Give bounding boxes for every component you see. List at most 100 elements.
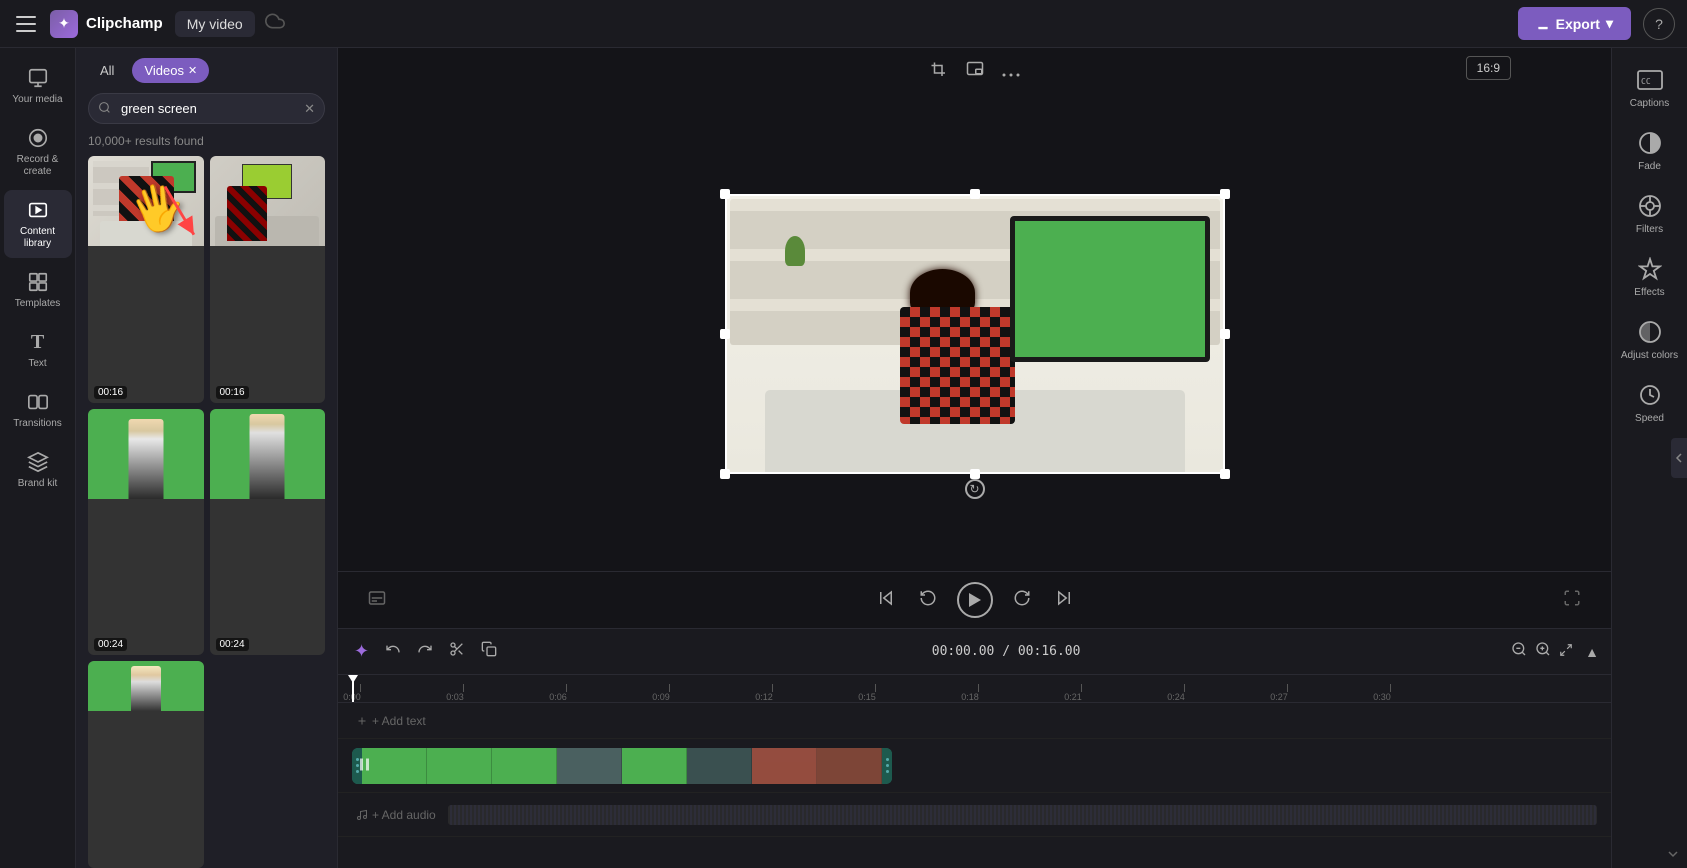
sidebar-item-content-library[interactable]: Content library [4, 190, 72, 258]
skip-to-start-button[interactable] [873, 585, 899, 616]
sidebar-item-your-media-label: Your media [12, 94, 62, 106]
effects-icon [1636, 255, 1664, 283]
video-track [338, 739, 1611, 793]
forward-5s-button[interactable] [1009, 585, 1035, 616]
resize-handle-tr[interactable] [1220, 189, 1230, 199]
right-panel-more[interactable] [1663, 844, 1683, 864]
more-options-button[interactable] [997, 59, 1025, 87]
effects-tool[interactable]: Effects [1616, 247, 1684, 306]
sidebar-item-content-library-label: Content library [10, 226, 66, 250]
video-frame[interactable]: ↻ [725, 194, 1225, 474]
sidebar-item-brand-kit[interactable]: Brand kit [4, 442, 72, 498]
ruler-marker: 0:24 [1176, 684, 1194, 702]
video-content [725, 194, 1225, 474]
media-thumbnail-1[interactable]: 🖐 00:16 [88, 156, 204, 403]
search-input[interactable] [88, 93, 325, 124]
video-clip[interactable] [352, 748, 892, 784]
clip-frame-1 [362, 748, 427, 784]
speed-icon [1636, 381, 1664, 409]
crop-tool-button[interactable] [925, 56, 953, 89]
filters-tool[interactable]: Filters [1616, 184, 1684, 243]
logo-text: Clipchamp [86, 15, 163, 32]
menu-button[interactable] [12, 8, 44, 40]
sidebar-item-your-media[interactable]: Your media [4, 58, 72, 114]
sidebar-item-templates[interactable]: Templates [4, 262, 72, 318]
thumbnail-1-duration: 00:16 [94, 386, 127, 399]
resize-handle-tl[interactable] [720, 189, 730, 199]
adjust-colors-tool[interactable]: Adjust colors [1616, 310, 1684, 369]
resize-handle-br[interactable] [1220, 469, 1230, 479]
clip-frames [362, 748, 882, 784]
add-audio-button[interactable]: + Add audio [352, 804, 440, 826]
aspect-ratio-button[interactable]: 16:9 [1466, 56, 1511, 80]
resize-handle-mr[interactable] [1220, 329, 1230, 339]
sidebar-item-text-label: Text [28, 358, 46, 370]
text-track: + Add text [338, 703, 1611, 739]
redo-button[interactable] [413, 637, 437, 666]
adjust-colors-label: Adjust colors [1621, 350, 1678, 361]
resize-handle-tm[interactable] [970, 189, 980, 199]
subtitle-toggle-button[interactable] [364, 585, 390, 616]
copy-clip-button[interactable] [477, 637, 501, 666]
timeline-expand-button[interactable] [1559, 643, 1573, 660]
tab-videos[interactable]: Videos ✕ [132, 58, 209, 83]
audio-waveform [448, 805, 1597, 825]
timeline-collapse-button[interactable]: ▲ [1585, 644, 1599, 660]
ruler-marker: 0:00 [352, 684, 370, 702]
timeline-playhead[interactable] [352, 675, 354, 702]
timeline-tracks: + Add text [338, 703, 1611, 868]
undo-button[interactable] [381, 637, 405, 666]
play-button[interactable] [957, 582, 993, 618]
video-playback-controls [338, 571, 1611, 628]
zoom-out-button[interactable] [1511, 641, 1527, 662]
sidebar-item-transitions[interactable]: Transitions [4, 382, 72, 438]
clip-frame-7 [752, 748, 817, 784]
media-thumbnail-2[interactable]: 00:16 [210, 156, 326, 403]
ruler-marker: 0:03 [455, 684, 473, 702]
video-area: 16:9 [338, 48, 1611, 628]
sidebar-item-text[interactable]: T Text [4, 322, 72, 378]
help-button[interactable]: ? [1643, 8, 1675, 40]
ruler-marker: 0:30 [1382, 684, 1400, 702]
clip-frame-3 [492, 748, 557, 784]
tab-all[interactable]: All [88, 58, 126, 83]
svg-text:CC: CC [1641, 77, 1651, 86]
search-clear-icon[interactable]: ✕ [304, 101, 315, 117]
logo: ✦ Clipchamp [50, 10, 163, 38]
pip-tool-button[interactable] [961, 56, 989, 89]
tab-videos-close[interactable]: ✕ [188, 64, 197, 77]
clip-frame-4 [557, 748, 622, 784]
speed-tool[interactable]: Speed [1616, 373, 1684, 432]
rewind-5s-button[interactable] [915, 585, 941, 616]
filters-label: Filters [1636, 224, 1663, 235]
media-thumbnail-4[interactable]: 00:24 [210, 409, 326, 656]
magic-tool-button[interactable]: ✦ [350, 637, 373, 666]
add-text-button[interactable]: + Add text [352, 710, 430, 732]
rotate-handle[interactable]: ↻ [965, 479, 985, 499]
zoom-in-button[interactable] [1535, 641, 1551, 662]
captions-label: Captions [1630, 98, 1669, 109]
ruler-marker: 0:12 [764, 684, 782, 702]
search-bar: ✕ [88, 93, 325, 124]
media-thumbnail-3[interactable]: 00:24 [88, 409, 204, 656]
project-name[interactable]: My video [175, 11, 255, 37]
ruler-marker: 0:27 [1279, 684, 1297, 702]
record-create-icon [26, 126, 50, 150]
right-panel-collapse[interactable] [1671, 438, 1687, 478]
fade-tool[interactable]: Fade [1616, 121, 1684, 180]
export-button[interactable]: Export ▾ [1518, 7, 1631, 40]
sidebar-item-record-create[interactable]: Record & create [4, 118, 72, 186]
clip-right-handle[interactable] [882, 748, 892, 784]
ruler-marker: 0:18 [970, 684, 988, 702]
skip-to-end-button[interactable] [1051, 585, 1077, 616]
resize-handle-bm[interactable] [970, 469, 980, 479]
cut-button[interactable] [445, 637, 469, 666]
timeline: ✦ 00:00.00 / 00:16.00 [338, 628, 1611, 868]
resize-handle-bl[interactable] [720, 469, 730, 479]
captions-tool[interactable]: CC Captions [1616, 58, 1684, 117]
resize-handle-ml[interactable] [720, 329, 730, 339]
media-thumbnail-5[interactable] [88, 661, 204, 868]
adjust-colors-icon [1636, 318, 1664, 346]
fullscreen-button[interactable] [1559, 585, 1585, 616]
effects-label: Effects [1634, 287, 1664, 298]
